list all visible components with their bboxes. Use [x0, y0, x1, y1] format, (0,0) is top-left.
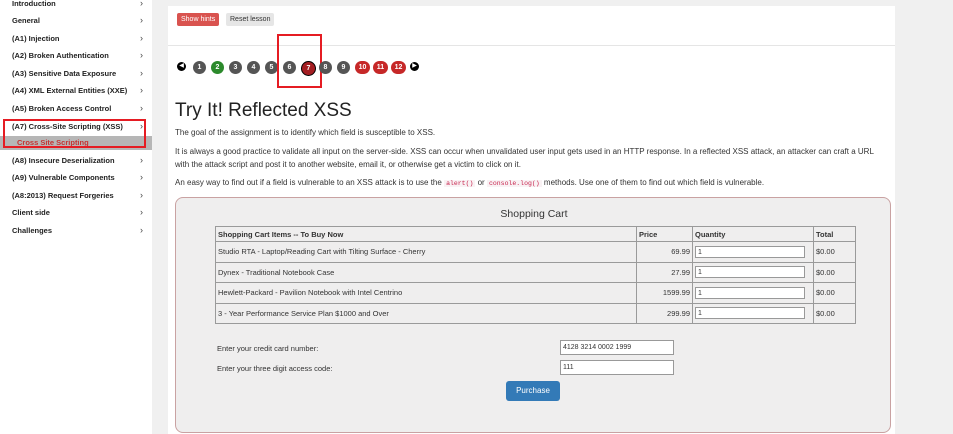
column-header: Total	[813, 226, 856, 242]
quantity-input[interactable]: 1	[695, 307, 805, 320]
code-snippet: alert()	[444, 180, 476, 187]
highlight-box	[277, 34, 322, 88]
item-price: 27.99	[636, 261, 693, 283]
sidebar-item-label: (A8) Insecure Deserialization	[12, 156, 115, 165]
lesson-text: or	[477, 178, 485, 187]
lesson-paragraph: The goal of the assignment is to identif…	[175, 128, 436, 137]
sidebar-item-xxe[interactable]: (A4) XML External Entities (XXE) ›	[0, 82, 152, 99]
chevron-right-icon: ›	[140, 225, 143, 235]
sidebar-item-deserialization[interactable]: (A8) Insecure Deserialization ›	[0, 152, 152, 169]
chevron-right-icon: ›	[140, 207, 143, 217]
sidebar-item-label: (A8:2013) Request Forgeries	[12, 191, 114, 200]
quantity-cell: 1	[692, 302, 814, 324]
cart-table: Shopping Cart Items -- To Buy Now Price …	[215, 226, 856, 324]
quantity-input[interactable]: 1	[695, 286, 805, 299]
page-4[interactable]: 4	[247, 61, 260, 74]
sidebar-item-broken-authentication[interactable]: (A2) Broken Authentication ›	[0, 47, 152, 64]
chevron-right-icon: ›	[140, 190, 143, 200]
credit-card-input[interactable]: 4128 3214 0002 1999	[560, 340, 674, 355]
page-1[interactable]: 1	[193, 61, 206, 74]
sidebar-item-challenges[interactable]: Challenges ›	[0, 222, 152, 239]
sidebar: Introduction › General › (A1) Injection › (…	[0, 0, 152, 434]
page-2[interactable]: 2	[211, 61, 224, 74]
highlight-box	[3, 119, 146, 148]
sidebar-item-label: Introduction	[12, 0, 56, 8]
table-row: Studio RTA - Laptop/Reading Cart with Ti…	[215, 241, 856, 263]
shopping-cart-panel: Shopping Cart Shopping Cart Items -- To …	[175, 197, 891, 433]
right-arrow-icon[interactable]: ▶	[410, 62, 419, 71]
chevron-right-icon: ›	[140, 85, 143, 95]
access-code-label: Enter your three digit access code:	[217, 364, 333, 373]
quantity-input[interactable]: 1	[695, 245, 805, 258]
left-arrow-icon[interactable]: ◀	[177, 62, 186, 71]
item-name: Hewlett-Packard - Pavilion Notebook with…	[215, 282, 637, 304]
table-row: 3 - Year Performance Service Plan $1000 …	[215, 302, 856, 324]
sidebar-item-label: (A4) XML External Entities (XXE)	[12, 86, 128, 95]
lesson-text: An easy way to find out if a field is vu…	[175, 178, 442, 187]
quantity-cell: 1	[692, 261, 814, 283]
sidebar-item-label: (A9) Vulnerable Components	[12, 173, 115, 182]
quantity-cell: 1	[692, 241, 814, 263]
sidebar-item-injection[interactable]: (A1) Injection ›	[0, 30, 152, 47]
page-11[interactable]: 11	[373, 61, 388, 74]
sidebar-item-introduction[interactable]: Introduction ›	[0, 0, 152, 12]
item-price: 69.99	[636, 241, 693, 263]
item-total: $0.00	[813, 261, 856, 283]
item-total: $0.00	[813, 282, 856, 304]
access-code-input[interactable]: 111	[560, 360, 674, 375]
purchase-button[interactable]: Purchase	[506, 381, 560, 401]
chevron-right-icon: ›	[140, 33, 143, 43]
sidebar-item-label: (A1) Injection	[12, 34, 60, 43]
column-header: Quantity	[692, 226, 814, 242]
page-12[interactable]: 12	[391, 61, 406, 74]
page-8[interactable]: 8	[319, 61, 332, 74]
sidebar-item-general[interactable]: General ›	[0, 12, 152, 29]
page-title: Try It! Reflected XSS	[175, 100, 352, 121]
chevron-right-icon: ›	[140, 68, 143, 78]
item-total: $0.00	[813, 302, 856, 324]
sidebar-item-access-control[interactable]: (A5) Broken Access Control ›	[0, 100, 152, 117]
chevron-right-icon: ›	[140, 0, 143, 8]
item-price: 1599.99	[636, 282, 693, 304]
sidebar-item-label: (A5) Broken Access Control	[12, 104, 112, 113]
reset-lesson-button[interactable]: Reset lesson	[226, 13, 275, 26]
page-3[interactable]: 3	[229, 61, 242, 74]
sidebar-item-label: General	[12, 16, 40, 25]
quantity-input[interactable]: 1	[695, 266, 805, 279]
item-name: Dynex - Traditional Notebook Case	[215, 261, 637, 283]
lesson-text: methods. Use one of them to find out whi…	[543, 178, 765, 187]
chevron-right-icon: ›	[140, 103, 143, 113]
credit-card-label: Enter your credit card number:	[217, 344, 319, 353]
item-name: Studio RTA - Laptop/Reading Cart with Ti…	[215, 241, 637, 263]
sidebar-item-sensitive-data[interactable]: (A3) Sensitive Data Exposure ›	[0, 65, 152, 82]
cart-title: Shopping Cart	[500, 208, 568, 220]
code-snippet: console.log()	[486, 180, 542, 187]
sidebar-item-vulnerable-components[interactable]: (A9) Vulnerable Components ›	[0, 169, 152, 186]
quantity-cell: 1	[692, 282, 814, 304]
item-name: 3 - Year Performance Service Plan $1000 …	[215, 302, 637, 324]
sidebar-item-client-side[interactable]: Client side ›	[0, 204, 152, 221]
sidebar-item-label: Challenges	[12, 226, 53, 235]
item-total: $0.00	[813, 241, 856, 263]
chevron-right-icon: ›	[140, 172, 143, 182]
table-header-row: Shopping Cart Items -- To Buy Now Price …	[215, 226, 856, 242]
lesson-paragraph: It is always a good practice to validate…	[175, 147, 874, 169]
sidebar-item-label: (A2) Broken Authentication	[12, 51, 109, 60]
lesson-paragraph: An easy way to find out if a field is vu…	[175, 177, 887, 191]
sidebar-item-label: (A3) Sensitive Data Exposure	[12, 69, 117, 78]
page-10[interactable]: 10	[355, 61, 370, 74]
table-row: Hewlett-Packard - Pavilion Notebook with…	[215, 282, 856, 304]
sidebar-item-request-forgeries[interactable]: (A8:2013) Request Forgeries ›	[0, 187, 152, 204]
sidebar-item-label: Client side	[12, 208, 50, 217]
column-header: Shopping Cart Items -- To Buy Now	[215, 226, 637, 242]
column-header: Price	[636, 226, 693, 242]
chevron-right-icon: ›	[140, 15, 143, 25]
chevron-right-icon: ›	[140, 50, 143, 60]
page-9[interactable]: 9	[337, 61, 350, 74]
chevron-right-icon: ›	[140, 155, 143, 165]
show-hints-button[interactable]: Show hints	[177, 13, 220, 26]
item-price: 299.99	[636, 302, 693, 324]
table-row: Dynex - Traditional Notebook Case 27.99 …	[215, 261, 856, 283]
